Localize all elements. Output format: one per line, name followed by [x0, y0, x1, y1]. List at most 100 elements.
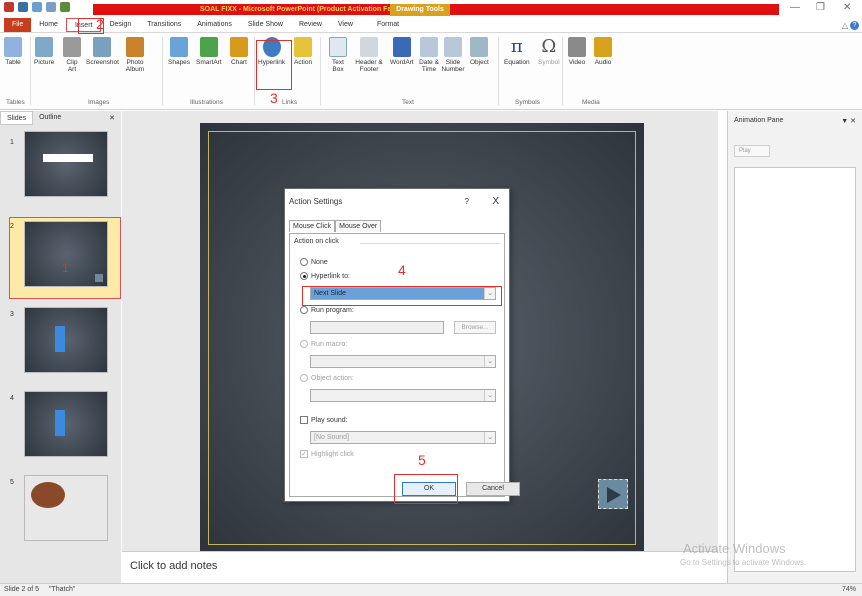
- text-box-label: Text Box: [332, 59, 344, 73]
- radio-circle[interactable]: [300, 374, 308, 382]
- restore-icon[interactable]: ❐: [816, 2, 825, 13]
- date-time-button[interactable]: Date & Time: [416, 37, 442, 73]
- pane-menu-icon[interactable]: ▼ ✕: [841, 117, 856, 125]
- slide-thumbnail-1[interactable]: [24, 131, 108, 197]
- thumbnail-list: [55, 410, 65, 436]
- tab-design[interactable]: Design: [101, 18, 139, 32]
- slide-number-button[interactable]: Slide Number: [440, 37, 466, 73]
- separator: [254, 37, 255, 105]
- run-macro-select[interactable]: ⌄: [310, 355, 496, 368]
- action-button[interactable]: Action: [294, 37, 312, 66]
- highlight-click-checkbox[interactable]: ✓ Highlight click: [300, 450, 354, 458]
- smartart-button[interactable]: SmartArt: [196, 37, 222, 66]
- text-box-button[interactable]: Text Box: [328, 37, 348, 73]
- video-button[interactable]: Video: [568, 37, 586, 66]
- tab-file[interactable]: File: [4, 18, 32, 32]
- checkbox-checked[interactable]: ✓: [300, 450, 308, 458]
- undo-icon[interactable]: [32, 2, 42, 12]
- tab-mouse-click[interactable]: Mouse Click: [289, 220, 336, 232]
- clip-art-button[interactable]: Clip Art: [62, 37, 82, 73]
- picture-icon: [35, 37, 54, 57]
- chevron-down-icon[interactable]: ⌄: [484, 390, 495, 401]
- tab-home[interactable]: Home: [31, 18, 66, 32]
- tab-mouse-over[interactable]: Mouse Over: [335, 220, 382, 232]
- shapes-button[interactable]: Shapes: [168, 37, 190, 66]
- picture-button[interactable]: Picture: [34, 37, 54, 66]
- save-icon[interactable]: [18, 2, 28, 12]
- chevron-down-icon[interactable]: ⌄: [484, 356, 495, 367]
- section-divider: [360, 243, 500, 244]
- redo-icon[interactable]: [46, 2, 56, 12]
- action-icon: [294, 37, 313, 57]
- radio-hyperlink-to[interactable]: Hyperlink to:: [300, 272, 350, 280]
- tab-view[interactable]: View: [330, 18, 361, 32]
- radio-circle[interactable]: [300, 306, 308, 314]
- notes-pane[interactable]: Click to add notes: [122, 551, 718, 579]
- radio-circle[interactable]: [300, 258, 308, 266]
- screenshot-button[interactable]: Screenshot: [86, 37, 119, 66]
- sound-select[interactable]: [No Sound] ⌄: [310, 431, 496, 444]
- dialog-close-button[interactable]: X: [492, 189, 499, 215]
- annotation-1: 1: [62, 261, 69, 275]
- group-symbols: Symbols: [515, 99, 540, 106]
- tab-format[interactable]: Format: [369, 18, 407, 32]
- separator: [162, 37, 163, 105]
- action-button-thumb: [95, 274, 103, 282]
- chevron-down-icon[interactable]: ⌄: [484, 432, 495, 443]
- slide-number: 5: [10, 479, 14, 486]
- slide-number-label: Slide Number: [441, 59, 465, 73]
- tab-animations[interactable]: Animations: [189, 18, 240, 32]
- radio-circle[interactable]: [300, 340, 308, 348]
- smartart-label: SmartArt: [196, 59, 222, 66]
- animation-pane-title: Animation Pane: [734, 117, 784, 124]
- play-button[interactable]: Play: [734, 145, 770, 157]
- slide-thumbnail-2[interactable]: [24, 221, 108, 287]
- cancel-button[interactable]: Cancel: [466, 482, 520, 496]
- slide-thumbnail-4[interactable]: [24, 391, 108, 457]
- slide-thumbnail-5[interactable]: [24, 475, 108, 541]
- header-footer-icon: [360, 37, 378, 57]
- play-sound-checkbox[interactable]: Play sound:: [300, 416, 348, 424]
- chart-button[interactable]: Chart: [230, 37, 248, 66]
- tab-review[interactable]: Review: [291, 18, 330, 32]
- radio-none[interactable]: None: [300, 258, 328, 266]
- powerpoint-logo-icon: [4, 2, 14, 12]
- action-button-shape[interactable]: [598, 479, 628, 509]
- symbol-button[interactable]: Ω Symbol: [538, 37, 560, 67]
- tab-slides[interactable]: Slides: [0, 111, 34, 125]
- audio-button[interactable]: Audio: [594, 37, 612, 66]
- checkbox-box[interactable]: [300, 416, 308, 424]
- radio-run-macro[interactable]: Run macro:: [300, 340, 347, 348]
- tab-slide-show[interactable]: Slide Show: [240, 18, 291, 32]
- tab-outline[interactable]: Outline: [33, 111, 67, 125]
- table-button[interactable]: Table: [4, 37, 22, 66]
- close-panel-icon[interactable]: ✕: [109, 114, 115, 122]
- slide-thumbnail-3[interactable]: [24, 307, 108, 373]
- radio-object-action[interactable]: Object action:: [300, 374, 354, 382]
- object-action-select[interactable]: ⌄: [310, 389, 496, 402]
- object-icon: [470, 37, 489, 57]
- radio-hyperlink-label: Hyperlink to:: [311, 272, 350, 280]
- minimize-icon[interactable]: —: [790, 2, 800, 13]
- dialog-help-button[interactable]: ?: [465, 189, 469, 215]
- wordart-button[interactable]: WordArt: [390, 37, 414, 66]
- radio-run-program[interactable]: Run program:: [300, 306, 354, 314]
- close-window-icon[interactable]: ✕: [843, 2, 851, 13]
- equation-button[interactable]: π Equation: [504, 36, 530, 67]
- zoom-level[interactable]: 74%: [842, 584, 856, 596]
- status-bar: Slide 2 of 5 "Thatch" 74%: [0, 583, 862, 596]
- radio-circle-checked[interactable]: [300, 272, 308, 280]
- dialog-tabs: Mouse Click Mouse Over: [289, 220, 382, 232]
- pi-icon: π: [510, 36, 523, 57]
- header-footer-button[interactable]: Header & Footer: [352, 37, 386, 73]
- browse-button[interactable]: Browse...: [454, 321, 496, 334]
- activate-windows-watermark: Activate Windows: [683, 541, 786, 556]
- help-icon[interactable]: ?: [850, 20, 859, 30]
- collapse-ribbon-icon[interactable]: △: [842, 21, 848, 30]
- picture-label: Picture: [34, 59, 55, 66]
- tab-transitions[interactable]: Transitions: [139, 18, 189, 32]
- photo-album-button[interactable]: Photo Album: [124, 37, 146, 73]
- object-button[interactable]: Object: [470, 37, 489, 66]
- customize-qat-icon[interactable]: [60, 2, 70, 12]
- run-program-input[interactable]: [310, 321, 444, 334]
